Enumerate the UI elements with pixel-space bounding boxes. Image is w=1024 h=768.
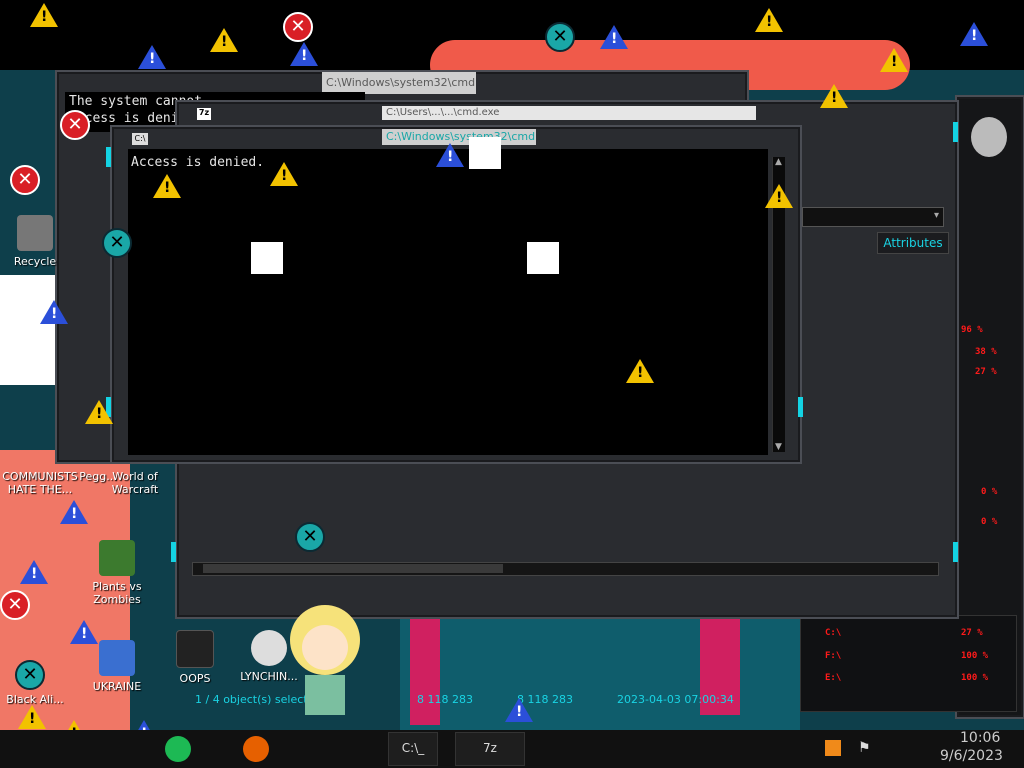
info-warning-icon[interactable] — [20, 560, 48, 584]
drive-c-label: C:\ — [825, 628, 842, 638]
spotify-icon[interactable] — [165, 736, 191, 762]
desktop-icon-ukraine-label: UKRAINE — [92, 680, 142, 693]
wallpaper-legs-area — [400, 610, 800, 730]
glitch-square — [251, 242, 283, 274]
info-warning-icon[interactable] — [70, 620, 98, 644]
cmd-back-title: C:\Windows\system32\cmd.exe — [322, 72, 476, 94]
desktop-icon-oops[interactable]: OOPS — [160, 630, 230, 685]
alien-icon — [176, 630, 214, 668]
character-dress — [305, 675, 345, 715]
error-icon[interactable]: ✕ — [0, 590, 30, 620]
desktop-icon-pvz-label: Plants vs Zombies — [92, 580, 142, 606]
warning-icon[interactable] — [153, 174, 181, 198]
tray-icon[interactable] — [825, 740, 841, 756]
red-pct-4: 0 % — [981, 487, 998, 497]
character-face — [302, 625, 348, 670]
cyan-accent — [798, 397, 803, 417]
scroll-thumb[interactable] — [203, 564, 503, 573]
recycle-bin[interactable]: Recycle — [0, 215, 70, 268]
flag-icon — [99, 640, 135, 676]
drive-e-label: E:\ — [825, 673, 842, 683]
warning-icon[interactable] — [18, 705, 46, 729]
recycle-bin-icon — [17, 215, 53, 251]
teal-error-icon[interactable]: ✕ — [102, 228, 132, 258]
cyan-accent — [171, 542, 176, 562]
error-icon[interactable]: ✕ — [60, 110, 90, 140]
error-icon[interactable]: ✕ — [10, 165, 40, 195]
warning-icon[interactable] — [270, 162, 298, 186]
info-warning-icon[interactable] — [290, 42, 318, 66]
column-attributes-header[interactable]: Attributes — [877, 232, 949, 254]
desktop-icon-communists-label: COMMUNISTS HATE THE... — [2, 470, 78, 496]
taskbar-7zip-button[interactable]: 7z — [455, 732, 525, 766]
desktop-icon-wow[interactable]: World of Warcraft — [110, 470, 160, 496]
info-warning-icon[interactable] — [60, 500, 88, 524]
plant-icon — [99, 540, 135, 576]
info-warning-icon[interactable] — [138, 45, 166, 69]
desktop-icon-oops-label: OOPS — [179, 672, 211, 685]
red-pct-5: 0 % — [981, 517, 998, 527]
error-icon[interactable]: ✕ — [283, 12, 313, 42]
cyan-accent — [953, 122, 958, 142]
scroll-down-icon[interactable]: ▼ — [775, 442, 782, 452]
desktop-icon-ukraine[interactable]: UKRAINE — [82, 640, 152, 693]
info-warning-icon[interactable] — [436, 143, 464, 167]
sevenzip-dropdown[interactable]: ▾ — [802, 207, 944, 227]
info-warning-icon[interactable] — [960, 22, 988, 46]
warning-icon[interactable] — [755, 8, 783, 32]
warning-icon[interactable] — [765, 184, 793, 208]
drive-usage-panel: C:\ 27 % F:\ 100 % E:\ 100 % — [800, 615, 1017, 712]
info-warning-icon[interactable] — [600, 25, 628, 49]
drive-c-value: 27 % — [961, 628, 983, 638]
desktop-icon-wow-label: World of Warcraft — [111, 470, 159, 496]
red-pct-2: 38 % — [975, 347, 997, 357]
recycle-bin-label: Recycle — [13, 255, 57, 268]
red-pct-3: 27 % — [975, 367, 997, 377]
glitch-square — [527, 242, 559, 274]
sevenzip-app-icon: 7z — [197, 108, 211, 120]
red-pct-1: 96 % — [961, 325, 983, 335]
drive-f-value: 100 % — [961, 651, 989, 661]
clock-date[interactable]: 9/6/2023 — [940, 748, 1003, 764]
horizontal-scrollbar[interactable] — [192, 562, 939, 576]
desktop-icon-pvz[interactable]: Plants vs Zombies — [82, 540, 152, 606]
warning-icon[interactable] — [85, 400, 113, 424]
info-warning-icon[interactable] — [40, 300, 68, 324]
warning-icon[interactable] — [626, 359, 654, 383]
teal-error-icon[interactable]: ✕ — [545, 22, 575, 52]
clock-time[interactable]: 10:06 — [960, 730, 1000, 746]
drive-e-value: 100 % — [961, 673, 989, 683]
desktop-icon-communists[interactable]: COMMUNISTS HATE THE... — [0, 470, 80, 496]
warning-icon[interactable] — [880, 48, 908, 72]
cyan-accent — [106, 147, 111, 167]
scroll-up-icon[interactable]: ▲ — [775, 157, 782, 167]
cmd-window-front[interactable]: C:\ C:\Windows\system32\cmd.exe Access i… — [106, 125, 803, 464]
cartoon-character — [280, 605, 370, 720]
status-date: 2023-04-03 07:00:34 — [617, 693, 734, 706]
glitch-square — [469, 137, 501, 169]
teal-error-icon[interactable]: ✕ — [15, 660, 45, 690]
warning-icon[interactable] — [30, 3, 58, 27]
cmd-front-console[interactable]: Access is denied. — [128, 149, 768, 455]
status-size1: 8 118 283 — [417, 693, 473, 706]
cyan-accent — [953, 542, 958, 562]
cmd-icon: C:\ — [132, 133, 148, 145]
info-warning-icon[interactable] — [505, 698, 533, 722]
taskbar-cmd-button[interactable]: C:\_ — [388, 732, 438, 766]
warning-icon[interactable] — [210, 28, 238, 52]
teal-error-icon[interactable]: ✕ — [295, 522, 325, 552]
chevron-down-icon: ▾ — [933, 210, 939, 221]
drive-f-label: F:\ — [825, 651, 842, 661]
alien-head-icon — [971, 117, 1007, 157]
firefox-icon[interactable] — [243, 736, 269, 762]
sevenzip-path-bar: C:\Users\...\...\cmd.exe — [382, 106, 756, 120]
warning-icon[interactable] — [820, 84, 848, 108]
flag-tray-icon[interactable]: ⚑ — [858, 740, 871, 756]
